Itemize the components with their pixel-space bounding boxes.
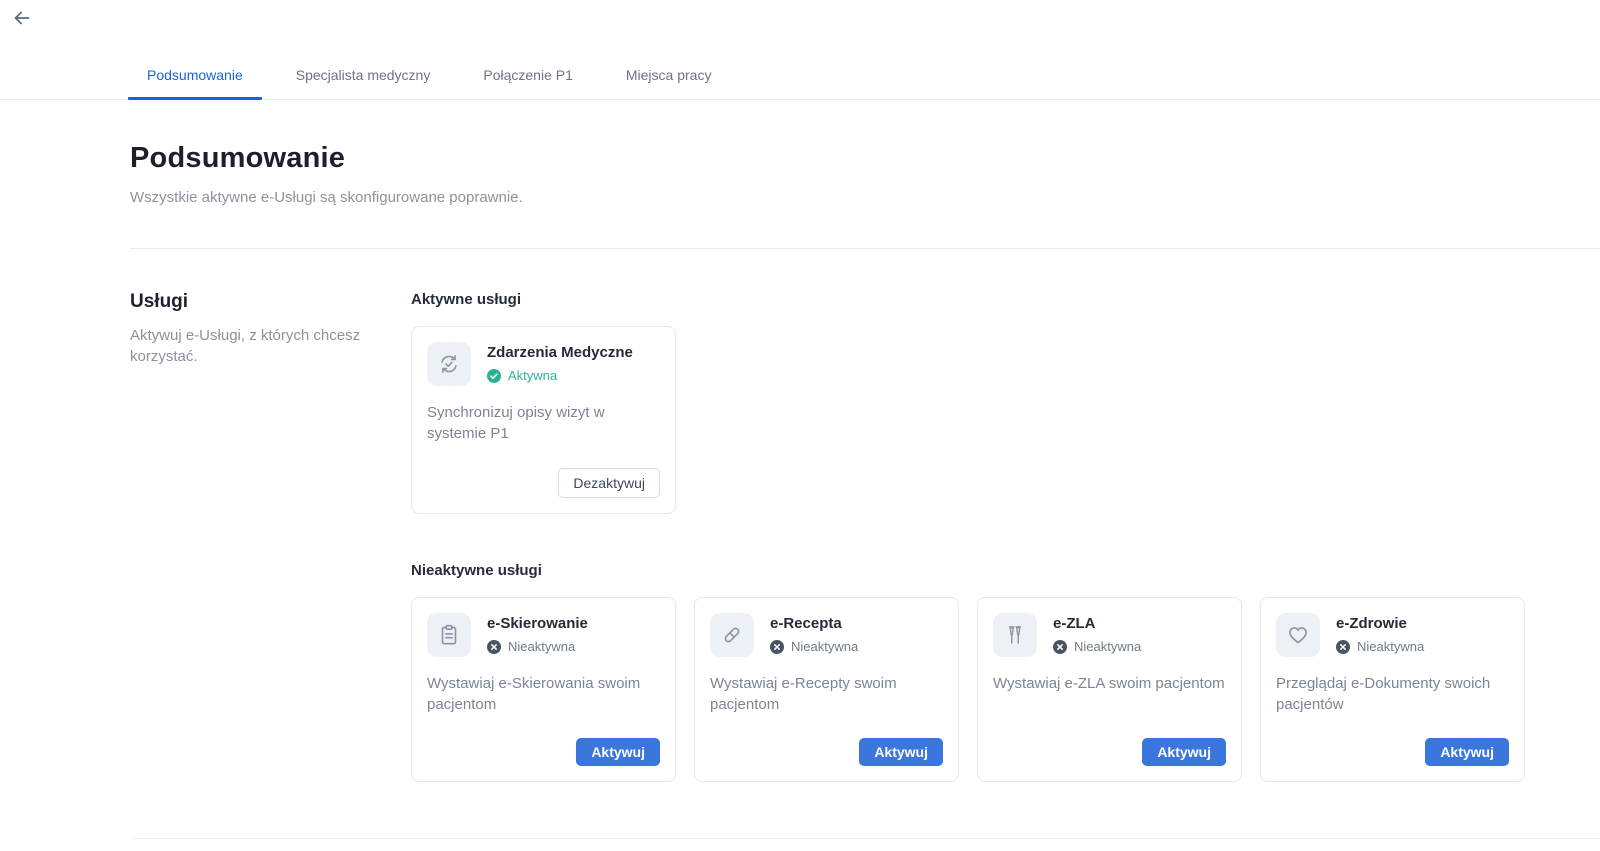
service-card-e-zla: e-ZLA Nieaktywna [977,597,1242,782]
tab-polaczenie-p1[interactable]: Połączenie P1 [464,67,592,99]
main-content: Podsumowanie Wszystkie aktywne e-Usługi … [0,100,1600,782]
active-services-grid: Zdarzenia Medyczne Aktywna [411,326,1536,514]
service-title: Zdarzenia Medyczne [487,342,633,361]
service-title: e-Zdrowie [1336,613,1424,632]
page-subtitle: Wszystkie aktywne e-Usługi są skonfiguro… [130,189,1536,206]
activate-button[interactable]: Aktywuj [1425,738,1509,766]
back-button[interactable] [8,5,36,33]
status-label: Nieaktywna [791,639,858,654]
services-section: Usługi Aktywuj e-Usługi, z których chces… [130,291,1536,782]
clipboard-icon [427,613,471,657]
tab-miejsca-pracy[interactable]: Miejsca pracy [607,67,731,99]
x-circle-icon [1336,640,1350,654]
services-section-intro: Usługi Aktywuj e-Usługi, z których chces… [130,291,411,782]
service-card-e-zdrowie: e-Zdrowie Nieaktywna [1260,597,1525,782]
service-title: e-ZLA [1053,613,1141,632]
status-badge: Nieaktywna [487,639,588,654]
service-description: Synchronizuj opisy wizyt w systemie P1 [427,402,660,444]
service-title: e-Skierowanie [487,613,588,632]
status-label: Nieaktywna [1357,639,1424,654]
arrow-left-icon [11,7,33,32]
active-services-label: Aktywne usługi [411,291,1536,308]
tab-podsumowanie[interactable]: Podsumowanie [128,67,262,99]
deactivate-button[interactable]: Dezaktywuj [558,468,660,498]
status-badge: Aktywna [487,368,633,383]
service-card-zdarzenia-medyczne: Zdarzenia Medyczne Aktywna [411,326,676,514]
bottom-divider [130,838,1600,839]
services-heading: Usługi [130,291,411,313]
service-title: e-Recepta [770,613,858,632]
x-circle-icon [487,640,501,654]
sync-check-icon [427,342,471,386]
inactive-services-label: Nieaktywne usługi [411,562,1536,579]
status-badge: Nieaktywna [770,639,858,654]
service-description: Wystawiaj e-Skierowania swoim pacjentom [427,673,660,715]
activate-button[interactable]: Aktywuj [1142,738,1226,766]
heart-icon [1276,613,1320,657]
tab-bar: Podsumowanie Specjalista medyczny Połącz… [0,0,1600,100]
crutches-icon [993,613,1037,657]
activate-button[interactable]: Aktywuj [576,738,660,766]
service-description: Wystawiaj e-ZLA swoim pacjentom [993,673,1226,694]
status-label: Aktywna [508,368,557,383]
x-circle-icon [1053,640,1067,654]
page-title: Podsumowanie [130,142,1536,175]
section-divider [130,248,1600,249]
services-lists: Aktywne usługi [411,291,1536,782]
service-description: Przeglądaj e-Dokumenty swoich pacjentów [1276,673,1509,715]
status-label: Nieaktywna [1074,639,1141,654]
check-circle-icon [487,369,501,383]
tab-specjalista-medyczny[interactable]: Specjalista medyczny [277,67,450,99]
service-card-e-recepta: e-Recepta Nieaktywna [694,597,959,782]
service-card-e-skierowanie: e-Skierowanie Nieaktywna [411,597,676,782]
activate-button[interactable]: Aktywuj [859,738,943,766]
x-circle-icon [770,640,784,654]
service-description: Wystawiaj e-Recepty swoim pacjentom [710,673,943,715]
pill-icon [710,613,754,657]
status-badge: Nieaktywna [1336,639,1424,654]
status-label: Nieaktywna [508,639,575,654]
inactive-services-grid: e-Skierowanie Nieaktywna [411,597,1536,782]
status-badge: Nieaktywna [1053,639,1141,654]
services-description: Aktywuj e-Usługi, z których chcesz korzy… [130,325,362,367]
